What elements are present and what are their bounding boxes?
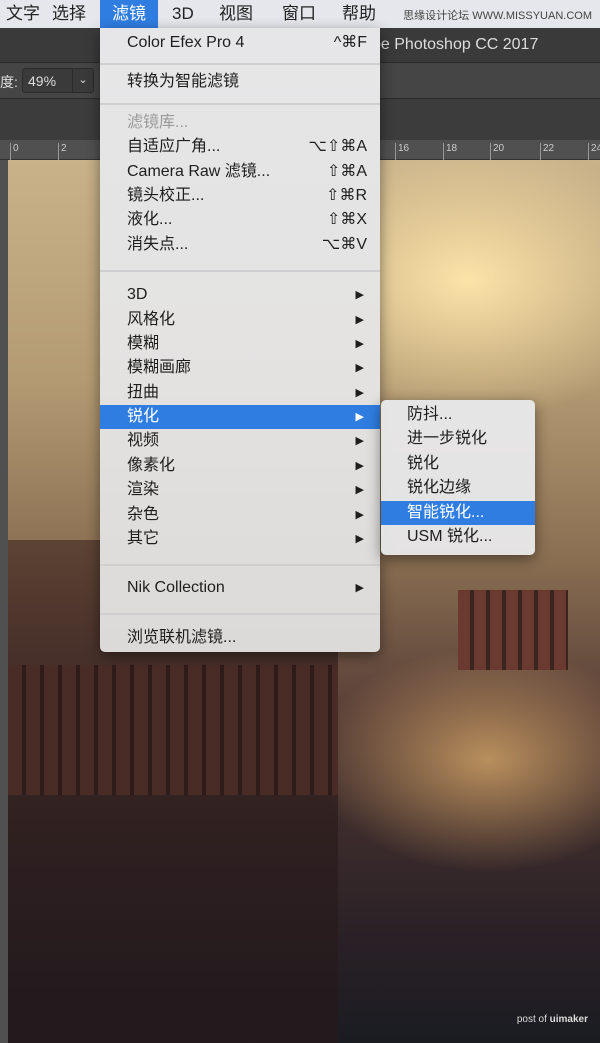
triangle-right-icon: ▶ <box>355 459 364 472</box>
filter-menu-item[interactable]: 模糊画廊 ▶ <box>100 356 380 380</box>
menu-item-shortcut: ⇧⌘A <box>326 162 367 180</box>
menu-item-label: 视频 <box>127 432 160 450</box>
filter-menu-item[interactable]: 模糊 ▶ <box>100 332 380 356</box>
menu-separator <box>100 551 380 576</box>
filter-menu-item[interactable]: 其它 ▶ <box>100 527 380 551</box>
filter-menu-item[interactable]: 转换为智能滤镜 <box>100 70 380 94</box>
menu-item-label: 其它 <box>127 530 160 548</box>
opacity-label: 度: <box>0 74 18 90</box>
sharpen-submenu: 防抖... 进一步锐化 锐化 锐化边缘 智能锐化... USM 锐化... <box>381 400 535 555</box>
ruler-tick: 22 <box>540 143 554 160</box>
menu-item-shortcut: ⌥⌘V <box>321 235 367 253</box>
filter-menu-item[interactable]: 3D ▶ <box>100 283 380 307</box>
menu-item-shortcut: ⇧⌘X <box>326 211 367 229</box>
ruler-tick: 16 <box>395 143 409 160</box>
filter-menu-item[interactable]: 渲染 ▶ <box>100 478 380 502</box>
menu-item-label: 锐化 <box>127 408 160 426</box>
menu-item-label: 自适应广角... <box>127 138 221 156</box>
menu-item-shortcut: ⇧⌘R <box>326 186 367 204</box>
triangle-right-icon: ▶ <box>355 435 364 448</box>
menu-item-label: Camera Raw 滤镜... <box>127 162 271 180</box>
triangle-right-icon: ▶ <box>355 337 364 350</box>
vertical-ruler <box>0 160 8 1043</box>
watermark-top: 思缘设计论坛 WWW.MISSYUAN.COM <box>403 10 592 22</box>
menu-item-label: 风格化 <box>127 310 176 328</box>
menu-item-label: 3D <box>127 286 148 304</box>
menu-item-label: 浏览联机滤镜... <box>127 628 237 646</box>
ruler-tick: 24 <box>588 143 600 160</box>
opacity-select[interactable]: 49% ⌄ <box>22 68 94 93</box>
menu-item-label: 消失点... <box>127 235 189 253</box>
sharpen-menu-item[interactable]: 防抖... <box>381 403 535 427</box>
opacity-value: 49% <box>28 73 57 89</box>
filter-menu-item[interactable]: Nik Collection ▶ <box>100 576 380 600</box>
menu-3[interactable]: 3D <box>160 0 206 28</box>
menu-item-label: 杂色 <box>127 505 160 523</box>
menu-6[interactable]: 帮助 <box>330 0 388 28</box>
menu-item-label: 镜头校正... <box>127 186 205 204</box>
filter-menu-item[interactable]: 自适应广角... ⌥⇧⌘A <box>100 135 380 159</box>
triangle-right-icon: ▶ <box>355 533 364 546</box>
menu-item-label: 渲染 <box>127 481 160 499</box>
menu-item-label: 液化... <box>127 211 173 229</box>
filter-menu-item[interactable]: 镜头校正... ⇧⌘R <box>100 184 380 208</box>
filter-menu-item[interactable]: 浏览联机滤镜... <box>100 626 380 650</box>
menu-separator <box>100 257 380 283</box>
sharpen-menu-item[interactable]: USM 锐化... <box>381 525 535 549</box>
menu-separator <box>100 95 380 111</box>
triangle-right-icon: ▶ <box>355 313 364 326</box>
menu-1[interactable]: 选择 <box>40 0 98 28</box>
filter-menu-item: 滤镜库... <box>100 111 380 135</box>
filter-menu: Color Efex Pro 4 ^⌘F 转换为智能滤镜 滤镜库... 自适应广角...… <box>100 28 380 652</box>
ruler-tick: 18 <box>443 143 457 160</box>
filter-menu-item[interactable]: Camera Raw 滤镜... ⇧⌘A <box>100 160 380 184</box>
filter-menu-item[interactable]: 杂色 ▶ <box>100 503 380 527</box>
menu-item-label: 模糊 <box>127 334 160 352</box>
triangle-right-icon: ▶ <box>355 484 364 497</box>
triangle-right-icon: ▶ <box>355 386 364 399</box>
triangle-right-icon: ▶ <box>355 289 364 302</box>
menu-2[interactable]: 滤镜 <box>100 0 158 28</box>
menu-item-shortcut: ^⌘F <box>333 34 367 51</box>
triangle-right-icon: ▶ <box>355 411 364 424</box>
watermark-bottom: post of uimaker <box>516 1014 588 1025</box>
menu-5[interactable]: 窗口 <box>270 0 328 28</box>
filter-menu-item[interactable]: 液化... ⇧⌘X <box>100 208 380 232</box>
sharpen-menu-item[interactable]: 锐化边缘 <box>381 476 535 500</box>
filter-menu-item[interactable]: 锐化 ▶ <box>100 405 380 430</box>
ruler-tick: 2 <box>58 143 67 160</box>
sharpen-menu-item[interactable]: 锐化 <box>381 452 535 476</box>
menu-item-label: 扭曲 <box>127 383 160 401</box>
menu-4[interactable]: 视图 <box>207 0 265 28</box>
menu-item-label: 像素化 <box>127 456 176 474</box>
filter-menu-item[interactable]: Color Efex Pro 4 ^⌘F <box>100 31 380 55</box>
ruler-tick: 0 <box>10 143 19 160</box>
filter-menu-item[interactable]: 扭曲 ▶ <box>100 381 380 405</box>
menu-item-shortcut: ⌥⇧⌘A <box>308 138 367 156</box>
triangle-right-icon: ▶ <box>355 508 364 521</box>
filter-menu-item[interactable]: 风格化 ▶ <box>100 308 380 332</box>
menu-item-label: Nik Collection <box>127 579 225 597</box>
sharpen-menu-item[interactable]: 进一步锐化 <box>381 427 535 451</box>
chevron-down-icon[interactable]: ⌄ <box>72 69 93 92</box>
triangle-right-icon: ▶ <box>355 582 364 595</box>
filter-menu-item[interactable]: 视频 ▶ <box>100 429 380 453</box>
filter-menu-item[interactable]: 像素化 ▶ <box>100 454 380 478</box>
menu-item-label: Color Efex Pro 4 <box>127 34 245 51</box>
window-title: be Photoshop CC 2017 <box>372 36 539 53</box>
menu-separator <box>100 55 380 70</box>
menu-item-label: 转换为智能滤镜 <box>127 73 240 91</box>
sharpen-menu-item[interactable]: 智能锐化... <box>381 500 535 525</box>
menu-item-label: 模糊画廊 <box>127 359 192 377</box>
ruler-tick: 20 <box>490 143 504 160</box>
filter-menu-item[interactable]: 消失点... ⌥⌘V <box>100 233 380 257</box>
menu-separator <box>100 601 380 626</box>
menu-item-label: 滤镜库... <box>127 113 189 131</box>
triangle-right-icon: ▶ <box>355 362 364 375</box>
